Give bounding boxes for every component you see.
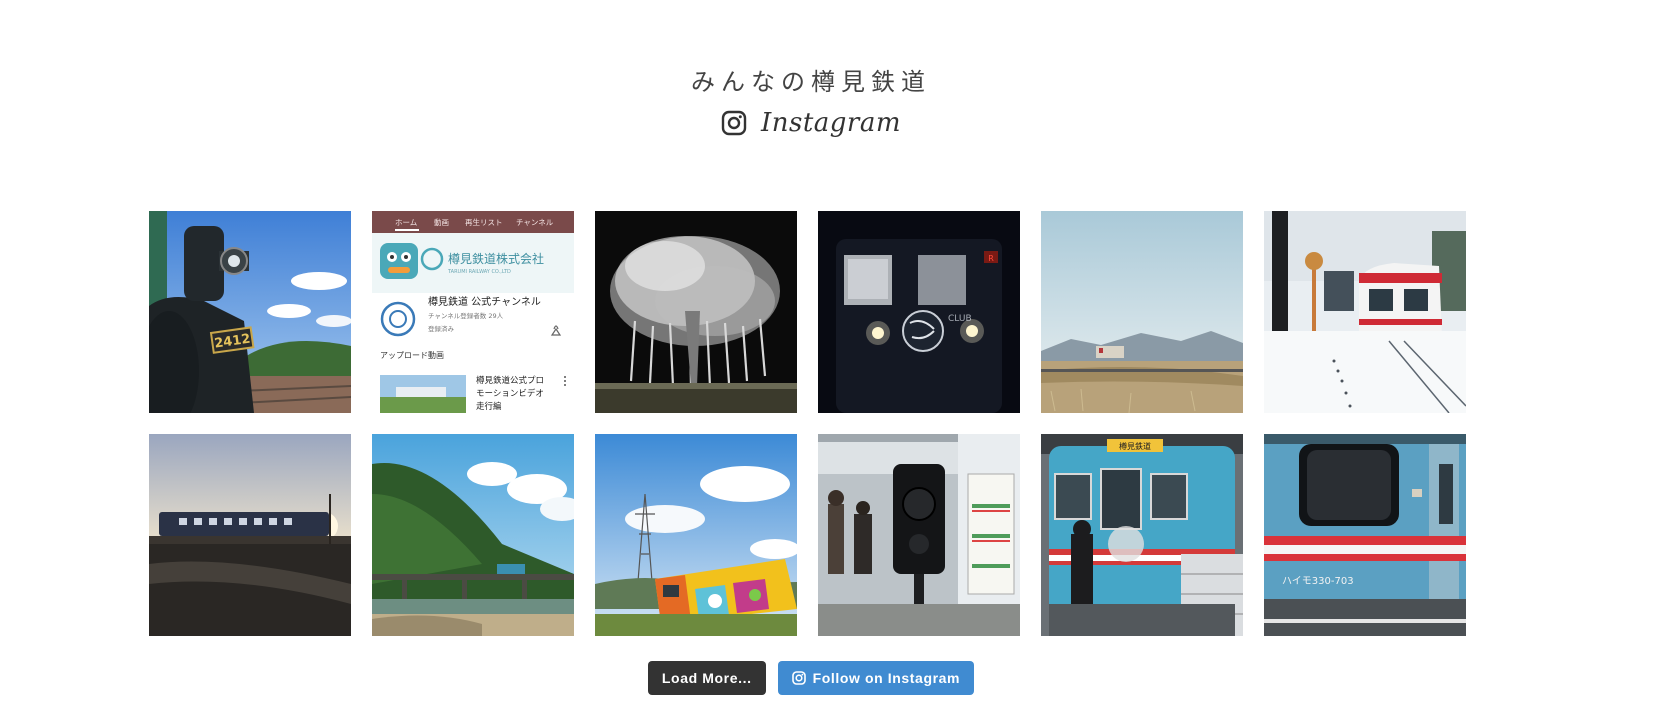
yt-subscriber-count: チャンネル登録者数 29人: [428, 311, 504, 320]
page-title: みんなの樽見鉄道: [691, 68, 931, 96]
instagram-icon: [721, 110, 747, 136]
train-sunset-silhouette-photo[interactable]: [149, 434, 351, 636]
yt-tab-channels: チャンネル: [516, 218, 554, 227]
yt-channel-name: 樽見鉄道 公式チャンネル: [428, 295, 541, 308]
load-more-button[interactable]: Load More...: [647, 661, 766, 695]
follow-instagram-label: Follow on Instagram: [812, 670, 961, 686]
night-cherry-tree-photo[interactable]: [595, 211, 797, 413]
train-sign-text: 樽見鉄道: [1119, 441, 1151, 451]
instagram-feed-grid: 2412 ホーム 動画 再生リスト チャンネル 樽見鉄道株式会社 TARUMI …: [149, 211, 1466, 636]
yt-company-name: 樽見鉄道株式会社: [448, 251, 544, 266]
youtube-channel-screenshot-photo[interactable]: ホーム 動画 再生リスト チャンネル 樽見鉄道株式会社 TARUMI RAILW…: [372, 211, 574, 413]
haimo-train-closeup-photo[interactable]: ハイモ330-703: [1264, 434, 1466, 636]
yt-video-title-line1: 樽見鉄道公式プロ: [476, 375, 544, 386]
train-bridge-mountain-photo[interactable]: [372, 434, 574, 636]
follow-instagram-button[interactable]: Follow on Instagram: [777, 661, 975, 695]
yt-video-title-line2: モーションビデオ: [476, 388, 544, 399]
instagram-heading: Instagram: [0, 108, 1622, 138]
car-number-text: ハイモ330-703: [1282, 576, 1354, 587]
yt-subscribed-label: 登録済み: [428, 324, 455, 333]
steam-locomotive-2412-photo[interactable]: 2412: [149, 211, 351, 413]
svg-text:CLUB: CLUB: [948, 314, 972, 324]
yt-uploads-label: アップロード動画: [380, 351, 444, 360]
yt-tab-videos: 動画: [434, 218, 449, 227]
feed-actions: Load More... Follow on Instagram: [0, 661, 1622, 695]
blue-train-depot-photo[interactable]: 樽見鉄道: [1041, 434, 1243, 636]
instagram-icon: [791, 671, 806, 685]
train-front-night-photo[interactable]: R CLUB: [818, 211, 1020, 413]
snowy-station-train-photo[interactable]: [1264, 211, 1466, 413]
yt-tab-playlists: 再生リスト: [465, 217, 503, 227]
train-rural-field-photo[interactable]: [1041, 211, 1243, 413]
train-interior-speaker-photo[interactable]: [818, 434, 1020, 636]
painted-train-field-photo[interactable]: [595, 434, 797, 636]
svg-text:R: R: [988, 254, 994, 263]
yt-company-sub: TARUMI RAILWAY CO.,LTD: [447, 269, 511, 275]
instagram-label: Instagram: [760, 108, 902, 138]
yt-tab-home: ホーム: [395, 218, 417, 227]
yt-video-title-line3: 走行編: [476, 401, 502, 412]
